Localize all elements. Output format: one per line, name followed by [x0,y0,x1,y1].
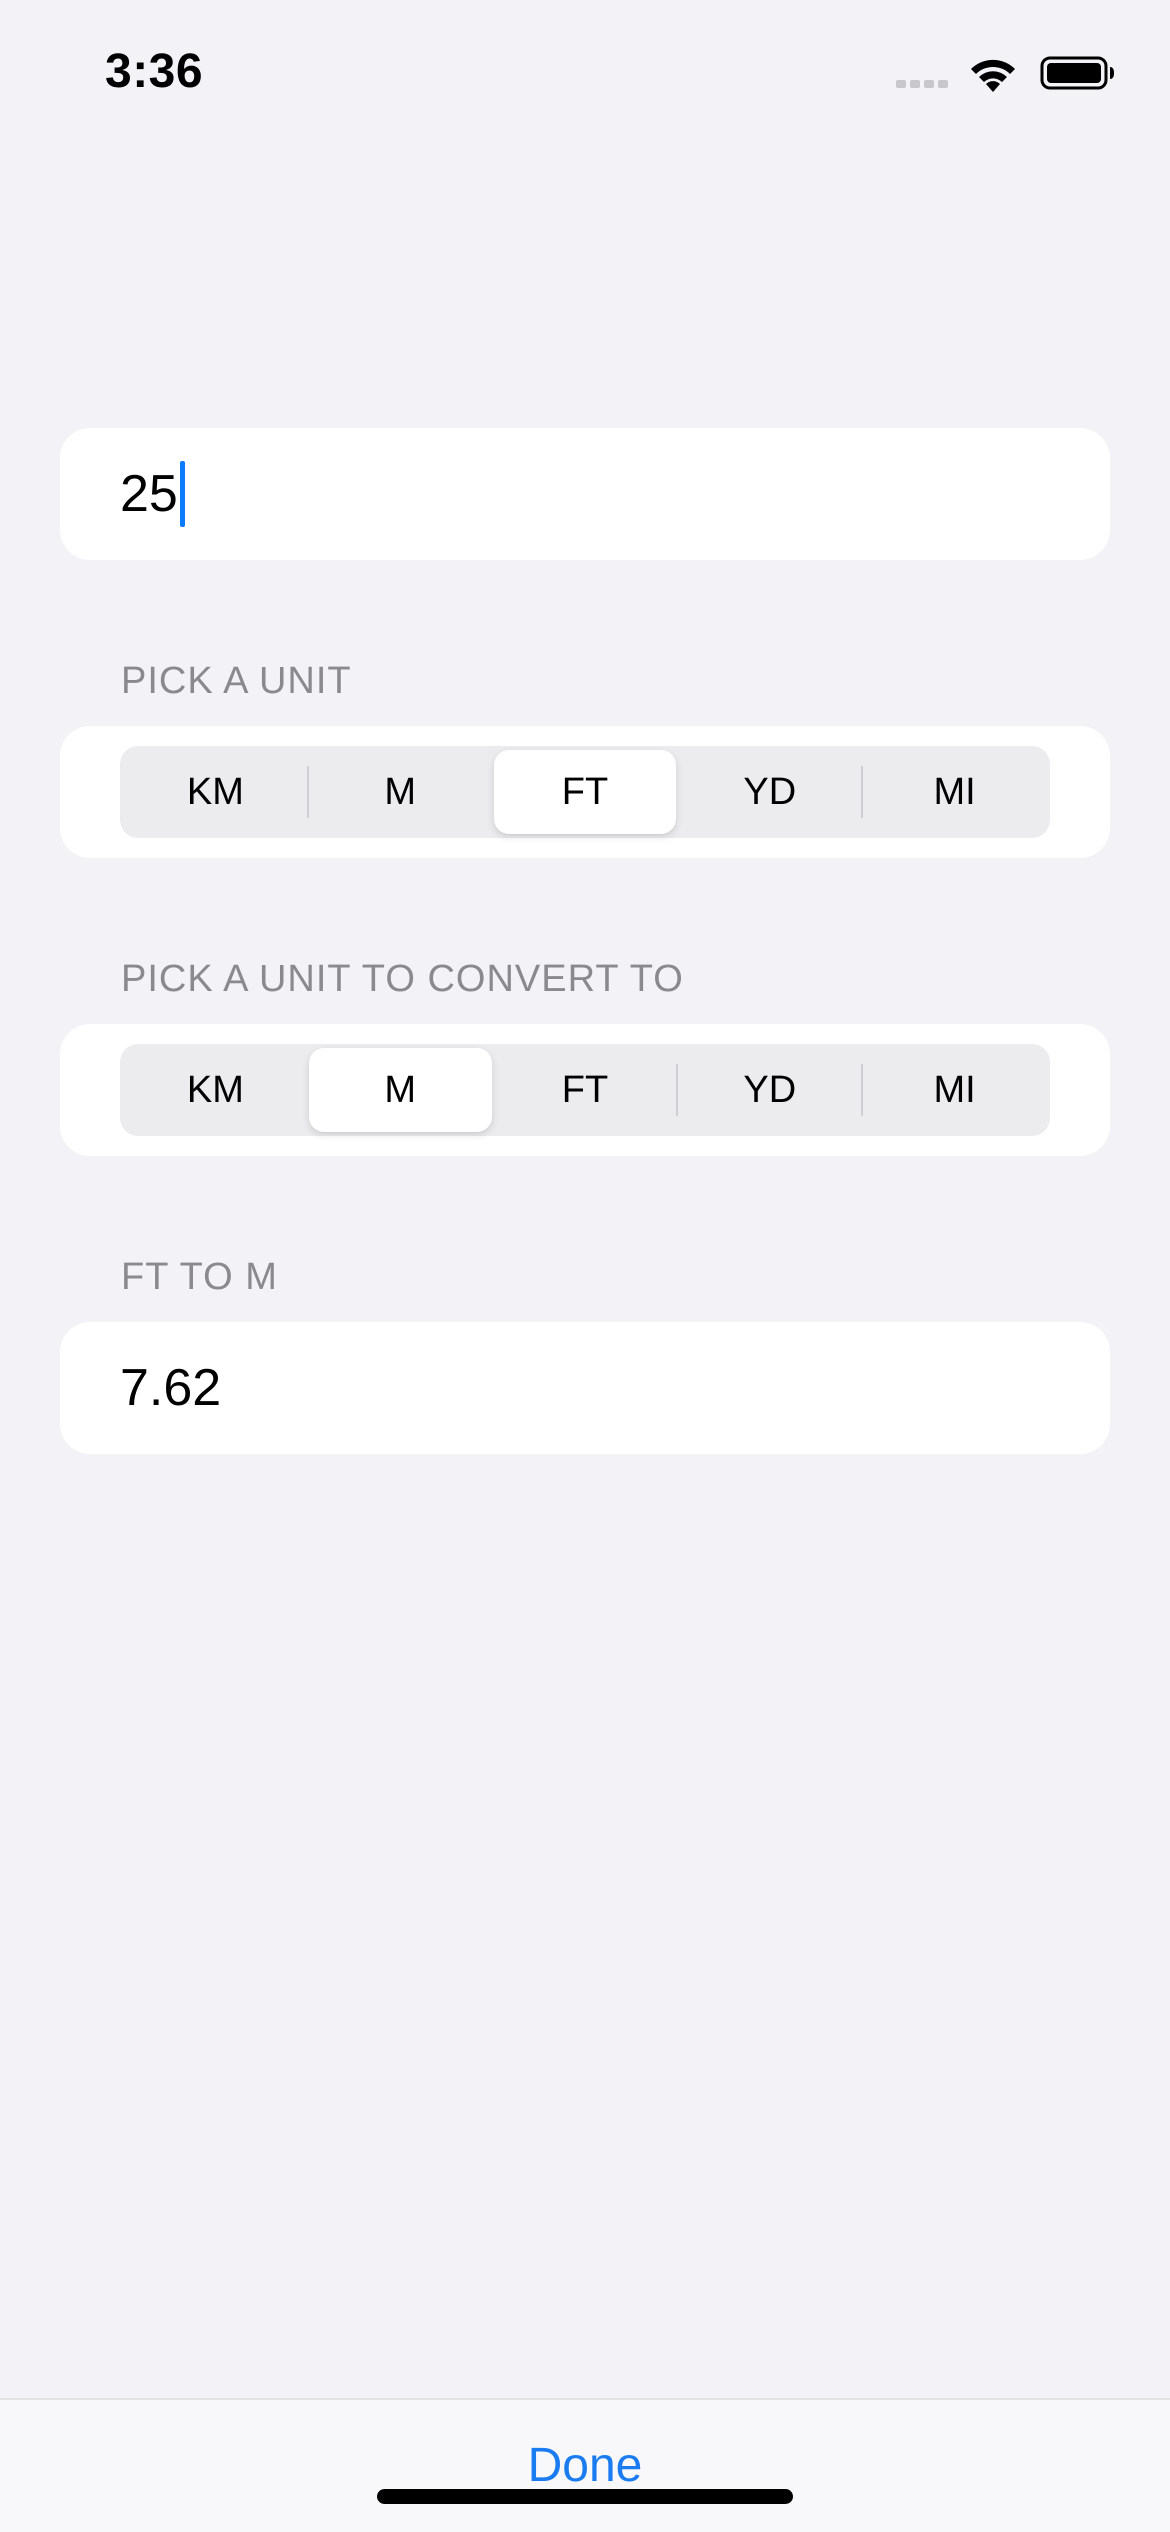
status-time: 3:36 [105,45,204,98]
text-cursor [179,461,185,527]
from-unit-m[interactable]: M [309,750,492,834]
result-card: 7.62 [60,1322,1110,1454]
result-value: 7.62 [120,1359,222,1417]
from-unit-card: KM M FT YD MI [60,726,1110,858]
from-unit-yd[interactable]: YD [678,750,861,834]
result-header: FT TO M [121,1256,278,1298]
to-unit-segmented-control: KM M FT YD MI [120,1044,1050,1136]
home-indicator[interactable] [377,2489,793,2504]
cellular-signal-icon [896,80,948,88]
amount-input[interactable]: 25 [120,428,185,560]
to-unit-yd[interactable]: YD [678,1048,861,1132]
from-unit-km[interactable]: KM [124,750,307,834]
from-unit-segmented-control: KM M FT YD MI [120,746,1050,838]
to-unit-header: PICK A UNIT TO CONVERT TO [121,958,684,1000]
keyboard-toolbar: Done [0,2398,1170,2532]
done-button[interactable]: Done [0,2438,1170,2493]
to-unit-ft[interactable]: FT [494,1048,677,1132]
to-unit-m[interactable]: M [308,1048,492,1132]
status-bar: 3:36 [0,0,1170,150]
converter-screen: 3:36 25 PICK A UNIT KM M FT YD MI PICK A… [0,0,1170,2532]
amount-value: 25 [120,465,178,523]
from-unit-header: PICK A UNIT [121,660,352,702]
from-unit-mi[interactable]: MI [863,750,1046,834]
status-icons [894,50,1116,96]
amount-input-card: 25 [60,428,1110,560]
from-unit-ft[interactable]: FT [493,750,677,834]
to-unit-card: KM M FT YD MI [60,1024,1110,1156]
to-unit-km[interactable]: KM [124,1048,307,1132]
wifi-icon [971,59,1015,92]
battery-icon [1040,56,1114,90]
to-unit-mi[interactable]: MI [863,1048,1046,1132]
